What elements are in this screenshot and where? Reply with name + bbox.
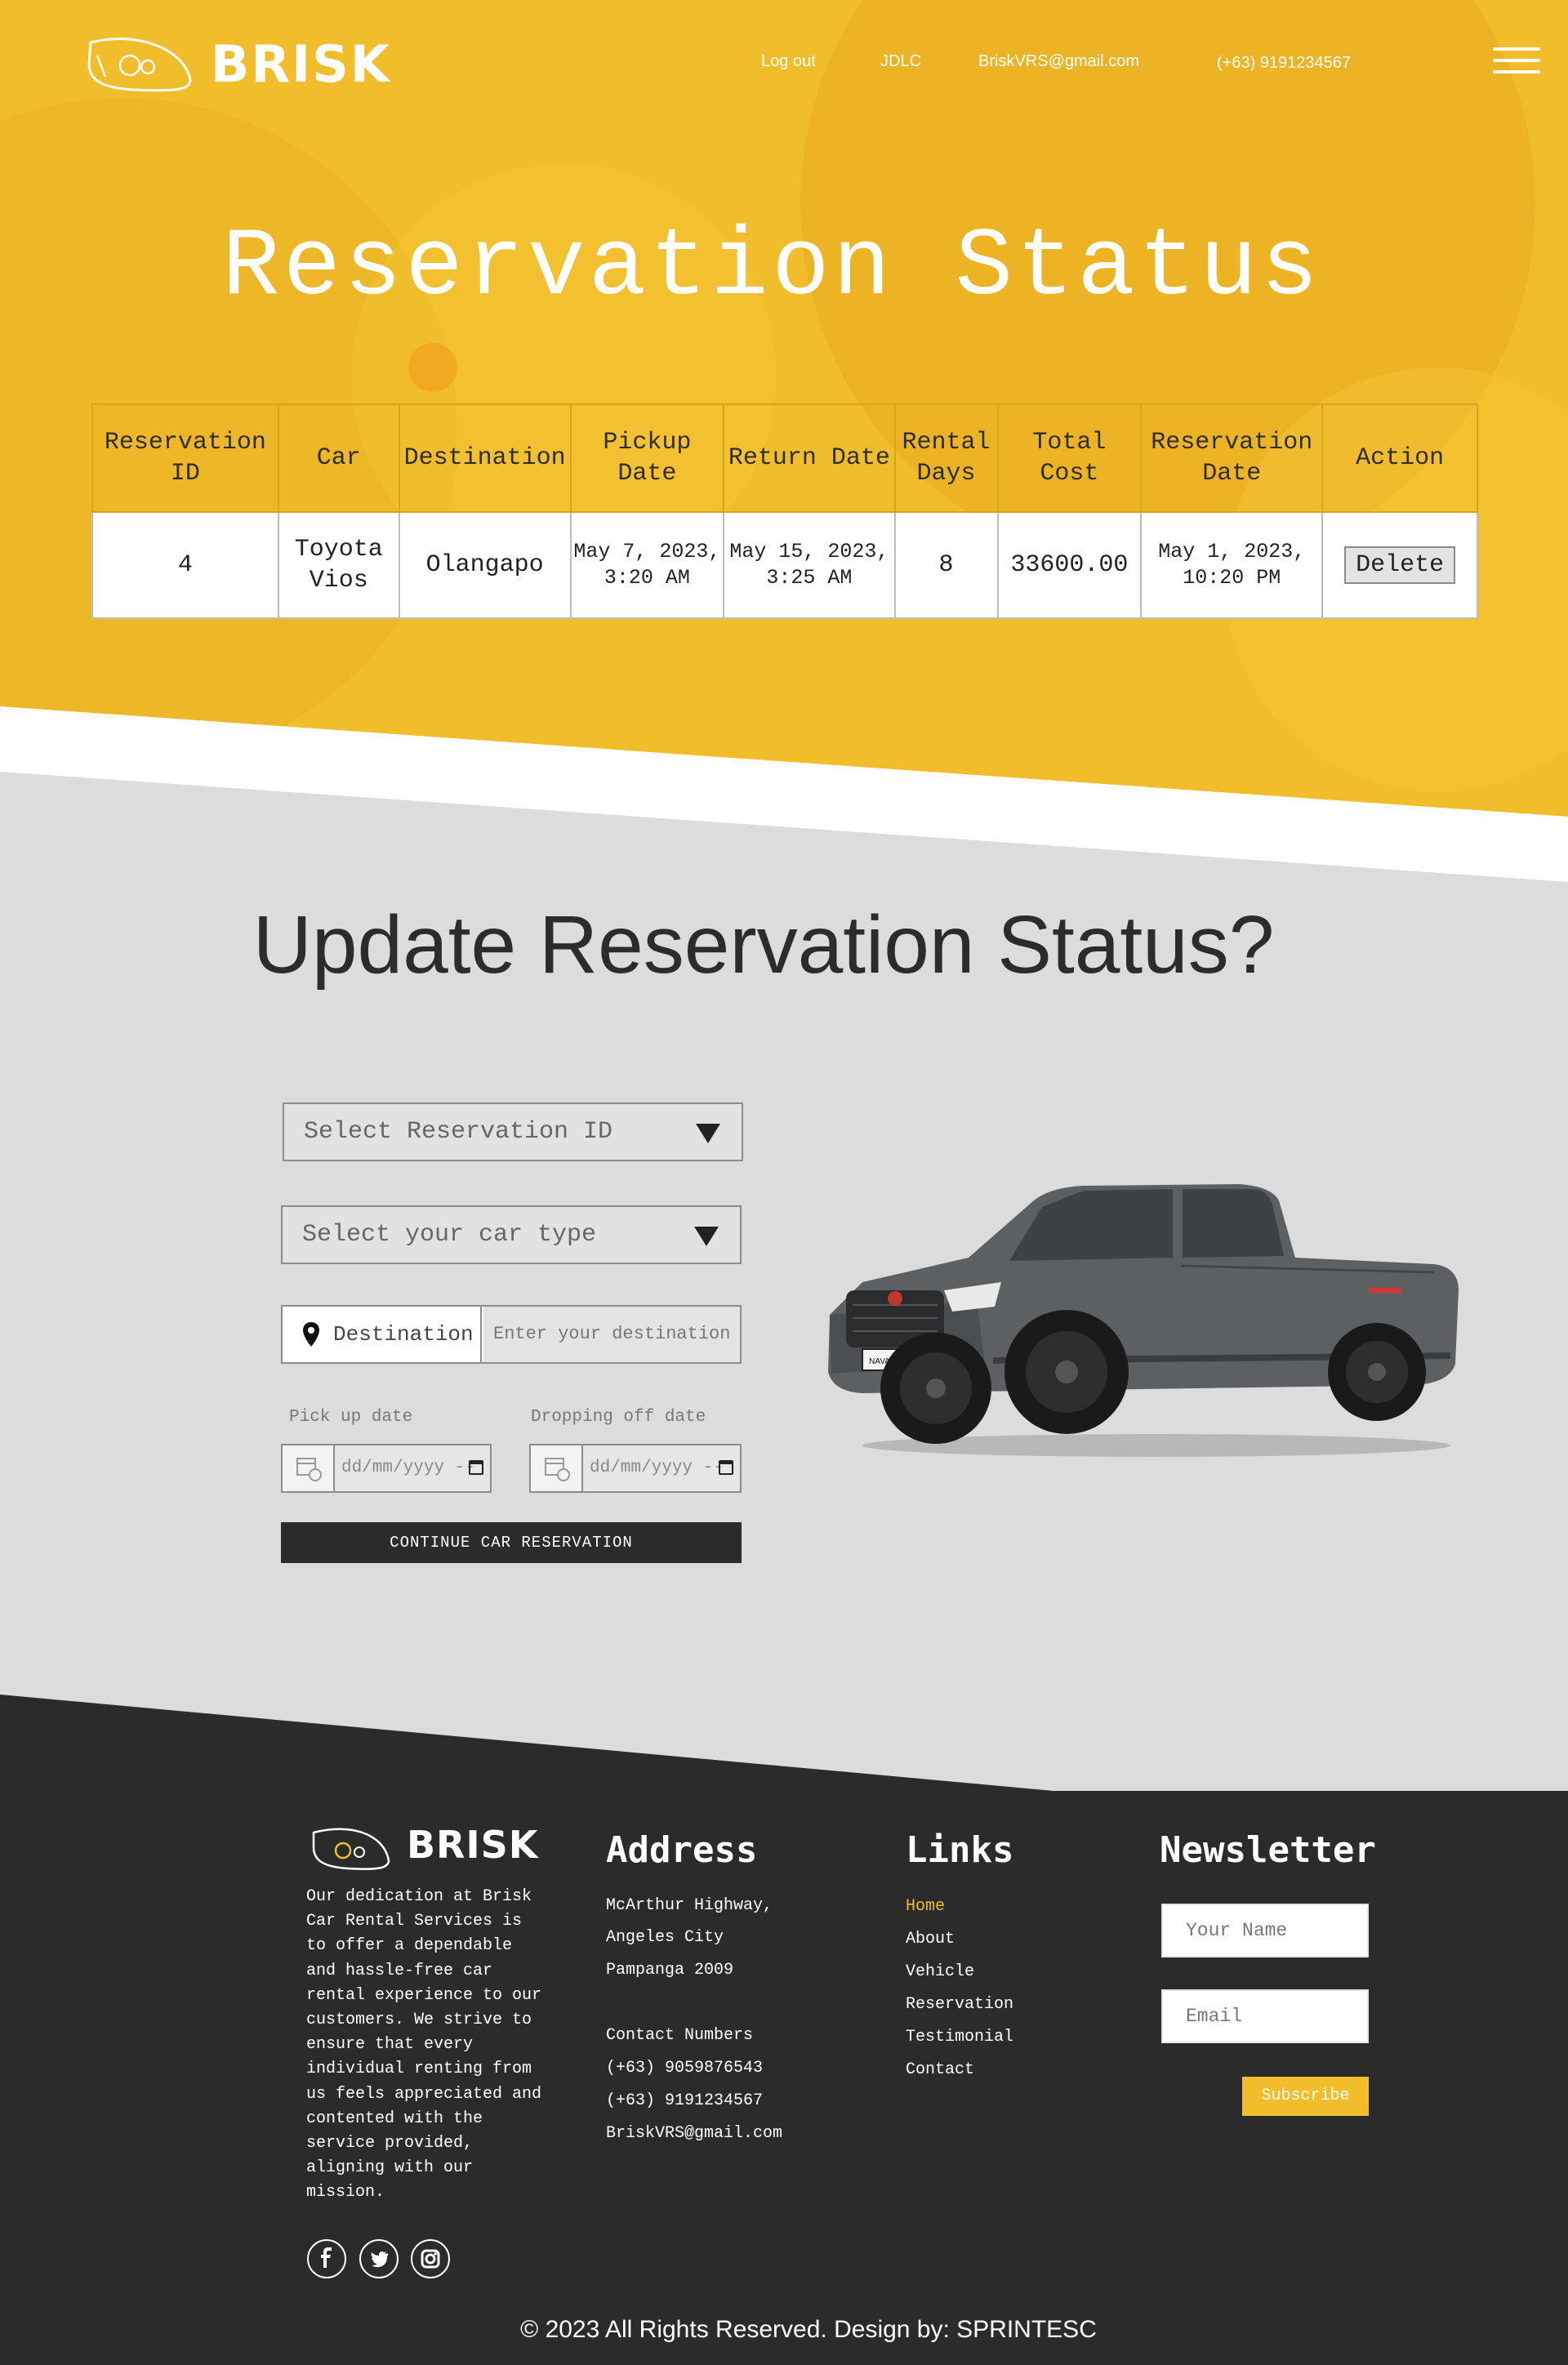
cell-return-date: May 15, 2023, 3:25 AM — [723, 511, 896, 619]
table-header-row: Reservation ID Car Destination Pickup Da… — [91, 403, 1478, 513]
newsletter-email-input[interactable]: Email — [1161, 1989, 1369, 2043]
calendar-icon[interactable] — [469, 1460, 483, 1475]
contact-line: (+63) 9059876543 — [606, 2059, 764, 2078]
hamburger-icon[interactable] — [1493, 47, 1540, 75]
cell-total-cost: 33600.00 — [996, 511, 1143, 619]
destination-label: Destination — [283, 1307, 482, 1362]
col-car: Car — [277, 403, 400, 513]
col-reservation-id: Reservation ID — [91, 403, 279, 513]
hero-bg-blob — [408, 343, 457, 392]
destination-label-text: Destination — [333, 1322, 474, 1347]
col-rental-days: Rental Days — [893, 403, 999, 513]
nav-phone-link[interactable]: (+63) 9191234567 — [1217, 54, 1351, 73]
copyright-text: © 2023 All Rights Reserved. Design by: S… — [520, 2316, 1097, 2343]
twitter-icon[interactable] — [359, 2239, 399, 2278]
col-reservation-date: Reservation Date — [1140, 403, 1324, 513]
dropoff-date-input[interactable]: dd/mm/yyyy -- — [529, 1444, 742, 1493]
address-line: Angeles City — [606, 1928, 724, 1947]
footer-brand-name: BRISK — [407, 1823, 539, 1867]
pickup-date-label: Pick up date — [289, 1408, 413, 1427]
reservation-id-select[interactable]: Select Reservation ID — [283, 1102, 743, 1161]
contact-line: (+63) 9191234567 — [606, 2091, 764, 2110]
location-pin-icon — [303, 1322, 319, 1347]
calendar-icon[interactable] — [719, 1460, 733, 1475]
calendar-clock-icon — [283, 1445, 335, 1491]
address-line: McArthur Highway, — [606, 1896, 773, 1915]
reservation-table: Reservation ID Car Destination Pickup Da… — [91, 403, 1478, 619]
pickup-date-input[interactable]: dd/mm/yyyy -- — [281, 1444, 492, 1493]
address-line: Pampanga 2009 — [606, 1961, 734, 1980]
pickup-date-value: dd/mm/yyyy -- — [341, 1459, 475, 1477]
destination-input[interactable]: Enter your destination — [483, 1307, 740, 1362]
car-type-select-value: Select your car type — [302, 1221, 597, 1249]
address-heading: Address — [606, 1829, 758, 1871]
dropoff-date-value: dd/mm/yyyy -- — [590, 1459, 724, 1477]
update-title: Update Reservation Status? — [252, 899, 1275, 991]
cell-destination: Olangapo — [398, 511, 572, 619]
footer-link-about[interactable]: About — [906, 1930, 955, 1949]
col-destination: Destination — [398, 403, 572, 513]
car-type-select[interactable]: Select your car type — [281, 1205, 742, 1264]
table-row: 4 Toyota Vios Olangapo May 7, 2023, 3:20… — [91, 511, 1478, 619]
cell-action: Delete — [1321, 511, 1478, 619]
nav-user-link[interactable]: JDLC — [880, 52, 921, 71]
continue-reservation-button[interactable]: CONTINUE CAR RESERVATION — [281, 1522, 742, 1563]
footer-about-text: Our dedication at Brisk Car Rental Servi… — [306, 1887, 542, 2202]
page-title: Reservation Status — [221, 214, 1322, 323]
dropdown-arrow-icon — [696, 1124, 720, 1143]
cell-car: Toyota Vios — [277, 511, 400, 619]
delete-button[interactable]: Delete — [1344, 546, 1456, 584]
pickup-truck-image: NAVARA — [828, 1184, 1459, 1457]
cell-reservation-id: 4 — [91, 511, 279, 619]
newsletter-heading: Newsletter — [1160, 1829, 1376, 1871]
destination-field[interactable]: Destination Enter your destination — [281, 1305, 742, 1364]
cell-rental-days: 8 — [893, 511, 999, 619]
col-total-cost: Total Cost — [996, 403, 1143, 513]
links-heading: Links — [906, 1829, 1014, 1871]
newsletter-name-input[interactable]: Your Name — [1161, 1904, 1369, 1957]
footer-link-contact[interactable]: Contact — [906, 2060, 974, 2079]
instagram-icon[interactable] — [411, 2239, 450, 2278]
reservation-id-select-value: Select Reservation ID — [304, 1118, 613, 1146]
nav-email-link[interactable]: BriskVRS@gmail.com — [978, 52, 1139, 71]
footer-link-reservation[interactable]: Reservation — [906, 1995, 1013, 2014]
calendar-clock-icon — [531, 1445, 583, 1491]
cell-reservation-date: May 1, 2023, 10:20 PM — [1140, 511, 1324, 619]
cell-pickup-date: May 7, 2023, 3:20 AM — [569, 511, 725, 619]
col-return-date: Return Date — [723, 403, 896, 513]
nav-logout-link[interactable]: Log out — [761, 52, 816, 71]
brand-name: BRISK — [211, 34, 391, 94]
footer-link-vehicle[interactable]: Vehicle — [906, 1962, 974, 1981]
footer-link-home[interactable]: Home — [906, 1897, 945, 1916]
footer-link-testimonial[interactable]: Testimonial — [906, 2028, 1013, 2047]
subscribe-button[interactable]: Subscribe — [1242, 2077, 1369, 2116]
col-action: Action — [1321, 403, 1478, 513]
col-pickup-date: Pickup Date — [569, 403, 725, 513]
contact-email[interactable]: BriskVRS@gmail.com — [606, 2124, 782, 2143]
dropdown-arrow-icon — [694, 1227, 719, 1246]
facebook-icon[interactable] — [307, 2239, 346, 2278]
contact-heading: Contact Numbers — [606, 2026, 754, 2045]
dropoff-date-label: Dropping off date — [531, 1408, 706, 1427]
